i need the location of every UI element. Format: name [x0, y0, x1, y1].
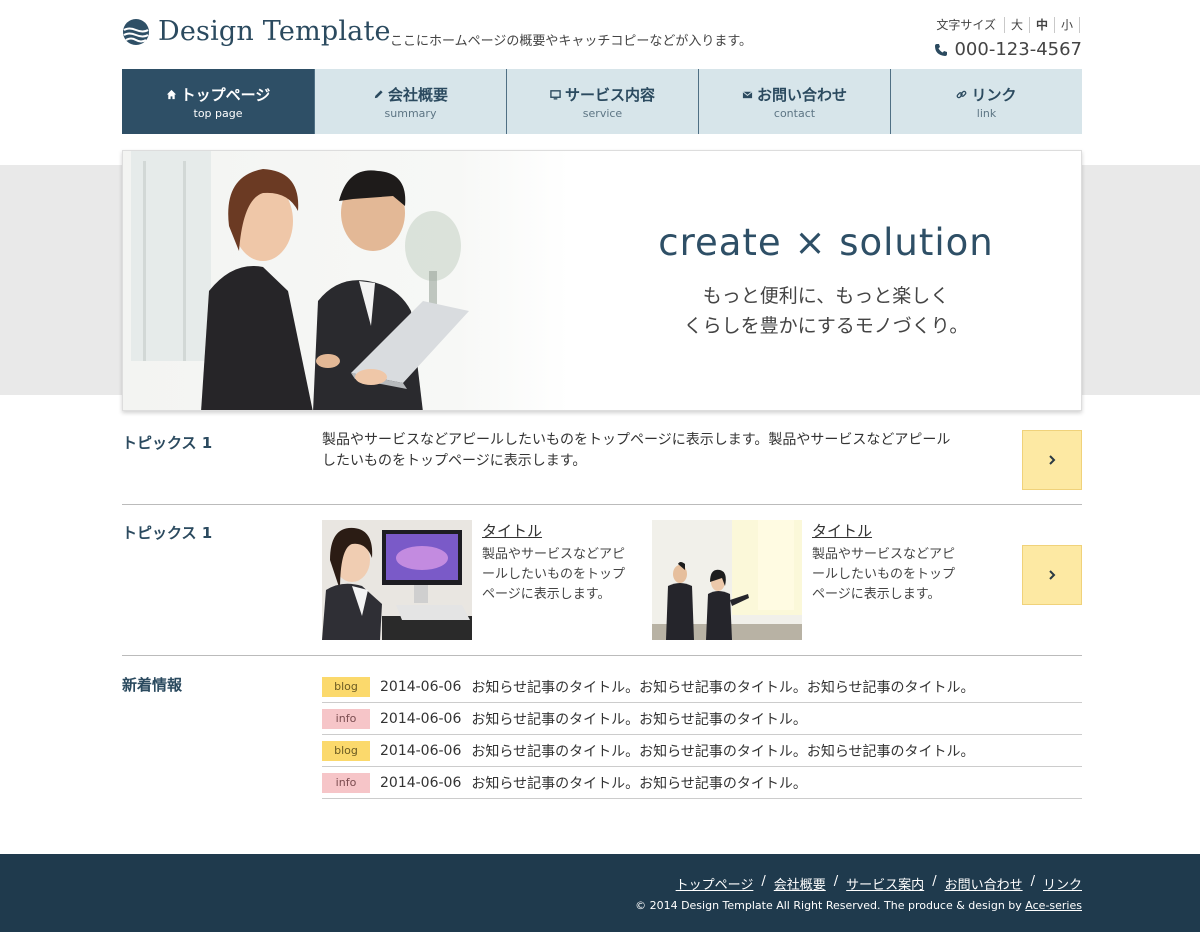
news-item: info 2014-06-06 お知らせ記事のタイトル。お知らせ記事のタイトル。	[322, 703, 1082, 735]
font-size-large-button[interactable]: 大	[1003, 16, 1029, 33]
envelope-icon	[742, 90, 753, 98]
office-computer-photo[interactable]	[322, 520, 472, 640]
news-tag-badge[interactable]: info	[322, 772, 370, 793]
hero-tagline-1: もっと便利に、もっと楽しく	[702, 285, 950, 307]
topic-2-heading: トピックス 1	[122, 524, 213, 542]
monitor-icon	[550, 89, 561, 100]
footer-link-service[interactable]: サービス案内	[846, 874, 924, 893]
news-heading: 新着情報	[122, 676, 183, 694]
topic-2-more-button[interactable]	[1022, 545, 1082, 605]
news-title-link[interactable]: お知らせ記事のタイトル。お知らせ記事のタイトル。お知らせ記事のタイトル。	[471, 741, 974, 761]
home-icon	[166, 89, 176, 99]
topic-card-title-link[interactable]: タイトル	[482, 520, 542, 541]
nav-item-summary[interactable]: 会社概要 summary	[314, 69, 506, 134]
nav-item-main: リンク	[956, 84, 1017, 105]
copyright-text: © 2014 Design Template All Right Reserve…	[635, 899, 1022, 912]
chain-link-icon	[957, 90, 967, 98]
news-title-link[interactable]: お知らせ記事のタイトル。お知らせ記事のタイトル。	[471, 709, 806, 729]
news-tag-badge[interactable]: info	[322, 708, 370, 729]
nav-item-top-page[interactable]: トップページ top page	[122, 69, 314, 134]
nav-item-label: トップページ	[180, 85, 271, 104]
nav-item-main: サービス内容	[550, 84, 655, 105]
wave-logo-icon	[123, 18, 149, 45]
site-logo[interactable]: Design Template	[122, 16, 391, 47]
nav-item-service[interactable]: サービス内容 service	[506, 69, 698, 134]
nav-item-sublabel: summary	[384, 106, 437, 120]
news-date: 2014-06-06	[380, 678, 462, 695]
topic-card: タイトル 製品やサービスなどアピールしたいものをトップページに表示します。	[322, 520, 632, 640]
nav-item-label: お問い合わせ	[756, 85, 847, 104]
phone-text: 000-123-4567	[954, 39, 1082, 60]
topic-card-title-link[interactable]: タイトル	[812, 520, 872, 541]
footer-link-summary[interactable]: 会社概要	[774, 874, 826, 893]
presentation-photo[interactable]	[652, 520, 802, 640]
topic-card-text: 製品やサービスなどアピールしたいものをトップページに表示します。	[812, 547, 956, 602]
news-list: blog 2014-06-06 お知らせ記事のタイトル。お知らせ記事のタイトル。…	[322, 671, 1082, 799]
site-footer: トップページ / 会社概要 / サービス案内 / お問い合わせ / リンク © …	[0, 854, 1200, 932]
news-item: blog 2014-06-06 お知らせ記事のタイトル。お知らせ記事のタイトル。…	[322, 735, 1082, 767]
credit-link[interactable]: Ace-series	[1025, 899, 1082, 912]
nav-item-sublabel: service	[582, 106, 623, 120]
footer-separator: /	[932, 874, 937, 889]
nav-item-contact[interactable]: お問い合わせ contact	[698, 69, 890, 134]
topic-1-text: 製品やサービスなどアピールしたいものをトップページに表示します。製品やサービスな…	[322, 432, 951, 469]
font-size-switcher: 文字サイズ 大 中 小	[936, 16, 1080, 33]
nav-item-sublabel: contact	[773, 106, 816, 120]
nav-item-label: サービス内容	[564, 85, 655, 104]
news-tag-badge[interactable]: blog	[322, 676, 370, 697]
nav-item-main: トップページ	[166, 84, 271, 105]
topic-card-text: 製品やサービスなどアピールしたいものをトップページに表示します。	[482, 547, 626, 602]
logo-text: Design Template	[158, 16, 391, 47]
nav-item-link[interactable]: リンク link	[890, 69, 1082, 134]
hero-business-people-photo	[123, 151, 569, 410]
nav-item-main: お問い合わせ	[742, 84, 847, 105]
topic-1-more-button[interactable]	[1022, 430, 1082, 490]
global-nav: トップページ top page 会社概要 summary サービス内容 serv…	[122, 69, 1082, 134]
site-header: Design Template ここにホームページの概要やキャッチコピーなどが入…	[122, 14, 1082, 64]
section-divider	[122, 504, 1082, 505]
news-date: 2014-06-06	[380, 710, 462, 727]
news-title-link[interactable]: お知らせ記事のタイトル。お知らせ記事のタイトル。	[471, 773, 806, 793]
hero-title: create × solution	[658, 221, 994, 264]
news-item: info 2014-06-06 お知らせ記事のタイトル。お知らせ記事のタイトル。	[322, 767, 1082, 799]
catch-copy: ここにホームページの概要やキャッチコピーなどが入ります。	[390, 34, 753, 49]
copyright: © 2014 Design Template All Right Reserve…	[635, 899, 1082, 912]
font-size-medium-button[interactable]: 中	[1028, 16, 1054, 33]
footer-link-top-page[interactable]: トップページ	[676, 874, 754, 893]
hero-banner: create × solution もっと便利に、もっと楽しく くらしを豊かにす…	[122, 150, 1082, 411]
news-date: 2014-06-06	[380, 774, 462, 791]
news-title-link[interactable]: お知らせ記事のタイトル。お知らせ記事のタイトル。お知らせ記事のタイトル。	[471, 677, 974, 697]
footer-nav: トップページ / 会社概要 / サービス案内 / お問い合わせ / リンク	[676, 874, 1082, 893]
nav-item-label: 会社概要	[387, 85, 448, 104]
footer-link-contact[interactable]: お問い合わせ	[945, 874, 1023, 893]
footer-link-link[interactable]: リンク	[1043, 874, 1082, 893]
topic-card: タイトル 製品やサービスなどアピールしたいものをトップページに表示します。	[652, 520, 962, 640]
section-divider	[122, 655, 1082, 656]
topic-1-heading: トピックス 1	[122, 434, 213, 452]
phone-icon	[935, 43, 948, 56]
hero-tagline-2: くらしを豊かにするモノづくり。	[683, 315, 969, 337]
pencil-icon	[374, 89, 383, 98]
chevron-right-icon	[1049, 455, 1056, 465]
footer-separator: /	[833, 874, 839, 889]
nav-item-sublabel: top page	[193, 106, 243, 120]
font-size-small-button[interactable]: 小	[1053, 16, 1080, 33]
chevron-right-icon	[1049, 570, 1056, 580]
phone-number: 000-123-4567	[934, 39, 1082, 60]
nav-item-sublabel: link	[976, 106, 997, 120]
news-tag-badge[interactable]: blog	[322, 740, 370, 761]
news-date: 2014-06-06	[380, 742, 462, 759]
nav-item-main: 会社概要	[373, 84, 448, 105]
footer-separator: /	[761, 874, 766, 889]
news-item: blog 2014-06-06 お知らせ記事のタイトル。お知らせ記事のタイトル。…	[322, 671, 1082, 703]
nav-item-label: リンク	[971, 85, 1017, 104]
footer-separator: /	[1030, 874, 1035, 889]
font-size-label: 文字サイズ	[936, 18, 996, 32]
